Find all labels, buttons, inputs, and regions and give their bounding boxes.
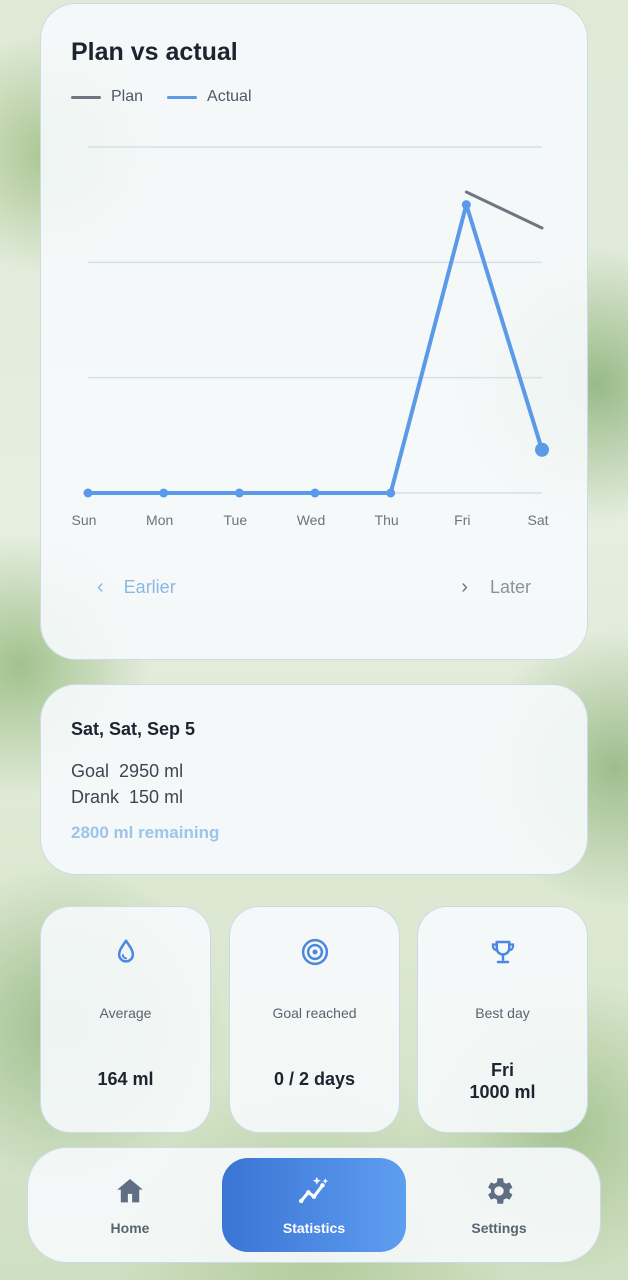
drank-row: Drank 150 ml	[71, 787, 183, 808]
stat-card-average: Average 164 ml	[40, 906, 211, 1133]
home-icon	[117, 1178, 143, 1203]
plan-vs-actual-card: Plan vs actual Plan Actual Sun Mon Tue Wed T…	[40, 3, 588, 660]
data-point-actual	[535, 442, 549, 457]
earlier-label: Earlier	[123, 577, 176, 597]
water-drop-icon	[117, 939, 134, 963]
x-tick-label: Sun	[72, 512, 97, 528]
best-day-amount: 1000 ml	[469, 1082, 536, 1102]
nav-label-settings: Settings	[471, 1220, 527, 1236]
stat-label: Goal reached	[272, 1005, 357, 1021]
nav-label-statistics: Statistics	[282, 1220, 346, 1236]
data-point-actual	[310, 488, 320, 498]
best-day-name: Fri	[490, 1060, 514, 1080]
stat-value: Fri 1000 ml	[418, 1059, 587, 1103]
nav-item-statistics[interactable]: Statistics	[222, 1158, 406, 1252]
stat-card-goal-reached: Goal reached 0 / 2 days	[229, 906, 400, 1133]
x-tick-label: Tue	[224, 512, 248, 528]
bottom-nav: Home Statistics Settings	[27, 1147, 601, 1263]
target-icon	[301, 938, 328, 966]
series-line-plan	[464, 190, 544, 230]
nav-item-settings[interactable]: Settings	[407, 1158, 591, 1252]
series-line-actual	[86, 202, 544, 495]
x-tick-label: Mon	[146, 512, 173, 528]
drank-value: 150 ml	[129, 787, 184, 807]
stat-value: 0 / 2 days	[273, 1069, 356, 1089]
trophy-icon	[491, 940, 514, 964]
x-tick-label: Wed	[297, 512, 326, 528]
stat-label: Average	[99, 1005, 152, 1021]
remaining-text: 2800 ml remaining	[71, 823, 220, 842]
drank-label: Drank	[71, 787, 120, 807]
stat-value: 164 ml	[97, 1069, 154, 1089]
goal-label: Goal	[71, 761, 110, 781]
stat-label: Best day	[475, 1005, 530, 1021]
gear-icon	[488, 1178, 513, 1204]
chevron-right-icon: ›	[461, 576, 468, 598]
data-point-actual	[461, 200, 471, 210]
data-point-actual	[159, 488, 169, 498]
chevron-left-icon: ‹	[97, 576, 104, 598]
data-point-actual	[386, 488, 396, 498]
x-tick-label: Fri	[454, 512, 470, 528]
day-title: Sat, Sat, Sep 5	[71, 719, 196, 739]
goal-value: 2950 ml	[119, 761, 184, 781]
data-point-actual	[83, 488, 93, 498]
trend-sparkle-icon	[298, 1176, 329, 1204]
later-label: Later	[489, 577, 531, 597]
goal-row: Goal 2950 ml	[71, 761, 183, 782]
x-tick-label: Sat	[527, 512, 548, 528]
data-point-actual	[234, 488, 244, 498]
later-button[interactable]: › Later	[461, 576, 531, 599]
day-detail-card: Sat, Sat, Sep 5 Goal 2950 ml Drank 150 m…	[40, 684, 588, 875]
nav-label-home: Home	[110, 1220, 150, 1236]
stat-card-best-day: Best day Fri 1000 ml	[417, 906, 588, 1133]
line-chart: Sun Mon Tue Wed Thu Fri Sat	[72, 146, 549, 528]
nav-item-home[interactable]: Home	[38, 1158, 222, 1252]
earlier-button[interactable]: ‹ Earlier	[97, 576, 176, 599]
x-tick-label: Thu	[375, 512, 399, 528]
